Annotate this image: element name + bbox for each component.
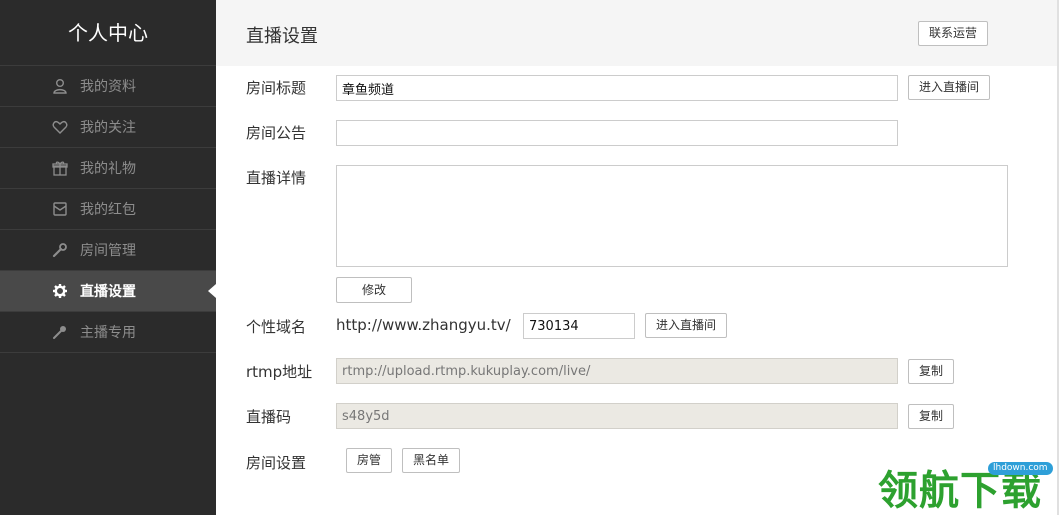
sidebar-item-live-settings[interactable]: 直播设置 — [0, 271, 216, 312]
copy-stream-code-button[interactable]: 复制 — [908, 404, 954, 429]
enter-room-button-2[interactable]: 进入直播间 — [645, 313, 727, 338]
announcement-label: 房间公告 — [246, 124, 307, 142]
watermark-site: lhdown.com — [988, 462, 1053, 475]
gear-icon — [53, 284, 67, 298]
sidebar-item-red-packets[interactable]: 我的红包 — [0, 189, 216, 230]
room-title-label: 房间标题 — [246, 79, 307, 97]
copy-rtmp-button[interactable]: 复制 — [908, 359, 954, 384]
room-settings-label: 房间设置 — [246, 454, 307, 472]
custom-domain-label: 个性域名 — [246, 318, 307, 336]
sidebar-item-label: 房间管理 — [80, 243, 136, 259]
rtmp-address-field[interactable] — [336, 358, 898, 384]
red-packet-icon — [53, 202, 67, 216]
live-details-label: 直播详情 — [246, 169, 307, 187]
page-header: 直播设置 联系运营 — [216, 0, 1057, 66]
page-title: 直播设置 — [246, 26, 318, 47]
user-icon — [53, 79, 67, 94]
sidebar-item-label: 主播专用 — [80, 325, 136, 341]
sidebar-item-streamer-only[interactable]: 主播专用 — [0, 312, 216, 353]
key-icon — [53, 326, 66, 339]
enter-room-button[interactable]: 进入直播间 — [908, 75, 990, 100]
live-details-textarea[interactable] — [336, 165, 1008, 267]
sidebar-item-room-management[interactable]: 房间管理 — [0, 230, 216, 271]
sidebar-item-label: 直播设置 — [80, 284, 136, 300]
custom-domain-input[interactable] — [523, 313, 635, 339]
app-window: 个人中心 我的资料 我的关注 我的礼物 我的红包 房间管理 直播设置 主播专用 — [0, 0, 1059, 515]
sidebar-item-label: 我的资料 — [80, 79, 136, 95]
main-content: 直播设置 联系运营 房间标题 进入直播间 房间公告 直播详情 修改 个性域名 h… — [216, 0, 1059, 515]
sidebar-item-label: 我的关注 — [80, 120, 136, 136]
rtmp-label: rtmp地址 — [246, 363, 313, 381]
sidebar-item-profile[interactable]: 我的资料 — [0, 66, 216, 107]
sidebar-item-gifts[interactable]: 我的礼物 — [0, 148, 216, 189]
wrench-icon — [52, 243, 67, 258]
domain-prefix: http://www.zhangyu.tv/ — [336, 316, 511, 334]
heart-icon — [52, 120, 68, 134]
sidebar-item-follows[interactable]: 我的关注 — [0, 107, 216, 148]
stream-code-field[interactable] — [336, 403, 898, 429]
room-title-input[interactable] — [336, 75, 898, 101]
sidebar-item-label: 我的红包 — [80, 202, 136, 218]
modify-button[interactable]: 修改 — [336, 277, 412, 303]
sidebar-item-label: 我的礼物 — [80, 161, 136, 177]
stream-code-label: 直播码 — [246, 408, 292, 426]
sidebar-title: 个人中心 — [0, 0, 216, 66]
blacklist-button[interactable]: 黑名单 — [402, 448, 460, 473]
gift-icon — [52, 161, 68, 176]
announcement-input[interactable] — [336, 120, 898, 146]
contact-operations-button[interactable]: 联系运营 — [918, 21, 988, 46]
sidebar: 个人中心 我的资料 我的关注 我的礼物 我的红包 房间管理 直播设置 主播专用 — [0, 0, 216, 515]
room-admin-button[interactable]: 房管 — [346, 448, 392, 473]
